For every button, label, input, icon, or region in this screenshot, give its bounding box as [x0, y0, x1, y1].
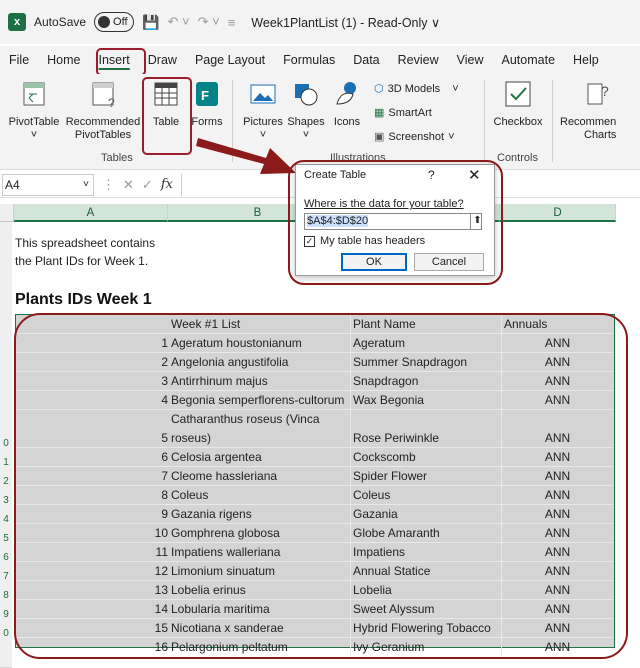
column-header-d[interactable]: D — [500, 204, 616, 222]
tab-home[interactable]: Home — [38, 48, 89, 72]
tab-view[interactable]: View — [448, 48, 493, 72]
checkbox-button[interactable]: Checkbox — [490, 80, 546, 129]
customize-qat-icon[interactable]: ≡ — [228, 15, 236, 30]
shapes-icon — [295, 84, 318, 106]
tab-formulas[interactable]: Formulas — [274, 48, 344, 72]
ribbon-divider — [484, 80, 485, 162]
pictures-icon — [250, 84, 276, 104]
intro-text: This spreadsheet contains the Plant IDs … — [15, 236, 156, 268]
tab-automate[interactable]: Automate — [493, 48, 565, 72]
title-bar: x AutoSave Off 💾 ↶ ˅ ↷ ˅ ≡ Week1PlantLis… — [0, 0, 640, 44]
controls-group-label: Controls — [497, 152, 538, 164]
select-all-corner[interactable] — [0, 204, 14, 222]
tab-file[interactable]: File — [0, 48, 38, 72]
forms-icon: F — [196, 82, 218, 106]
column-header-a[interactable]: A — [14, 204, 168, 222]
ribbon-divider — [552, 80, 553, 162]
save-icon[interactable]: 💾 — [142, 14, 159, 31]
svg-text:?: ? — [601, 83, 609, 99]
excel-logo-icon: x — [8, 13, 26, 31]
formula-controls: ⋮ ✕ ✓ fx — [94, 177, 181, 193]
tab-data[interactable]: Data — [344, 48, 388, 72]
pivottable-icon — [23, 82, 45, 106]
pivottable-button[interactable]: PivotTable ˅ — [6, 80, 62, 142]
cancel-formula-icon[interactable]: ✕ — [123, 177, 134, 193]
enter-formula-icon[interactable]: ✓ — [142, 177, 153, 193]
insert-tab-highlight — [96, 48, 146, 76]
table-button-highlight — [142, 77, 192, 155]
redo-icon[interactable]: ↷ ˅ — [198, 14, 220, 30]
svg-text:F: F — [201, 88, 209, 103]
tables-group-label: Tables — [101, 152, 133, 164]
sheet-title: Plants IDs Week 1 — [15, 291, 152, 308]
undo-icon[interactable]: ↶ ˅ — [167, 14, 189, 30]
tab-help[interactable]: Help — [564, 48, 608, 72]
recommended-charts-icon: ? — [587, 83, 609, 105]
icons-icon — [336, 82, 356, 105]
name-box[interactable]: A4 ˅ — [2, 173, 94, 196]
svg-text:?: ? — [108, 96, 115, 108]
forms-button[interactable]: F Forms — [188, 80, 226, 129]
recommended-charts-button[interactable]: ? Recommen Charts — [560, 80, 640, 142]
3d-models-button[interactable]: ⬡ 3D Models ˅ — [374, 82, 459, 96]
ribbon: PivotTable ˅ ? Recommended PivotTables Tab… — [0, 74, 640, 170]
insert-function-icon[interactable]: fx — [161, 177, 173, 193]
recommended-pivottables-button[interactable]: ? Recommended PivotTables — [62, 80, 144, 142]
more-icon[interactable]: ⋮ — [102, 177, 115, 193]
document-title: Week1PlantList (1) - Read-Only ∨ — [251, 15, 441, 30]
autosave-label: AutoSave — [34, 15, 87, 29]
table-highlight-ring — [14, 313, 628, 659]
dialog-highlight-ring — [288, 160, 503, 285]
tab-page-layout[interactable]: Page Layout — [186, 48, 274, 72]
screenshot-button[interactable]: ▣ Screenshot ˅ — [374, 130, 455, 144]
smartart-button[interactable]: ▦ SmartArt — [374, 106, 432, 120]
tab-review[interactable]: Review — [389, 48, 448, 72]
autosave-toggle[interactable]: Off — [94, 12, 135, 32]
checkbox-icon — [505, 81, 531, 107]
recommended-pivottables-icon: ? — [92, 82, 115, 110]
annotation-arrow-icon — [196, 138, 296, 174]
icons-button[interactable]: Icons — [330, 80, 364, 129]
